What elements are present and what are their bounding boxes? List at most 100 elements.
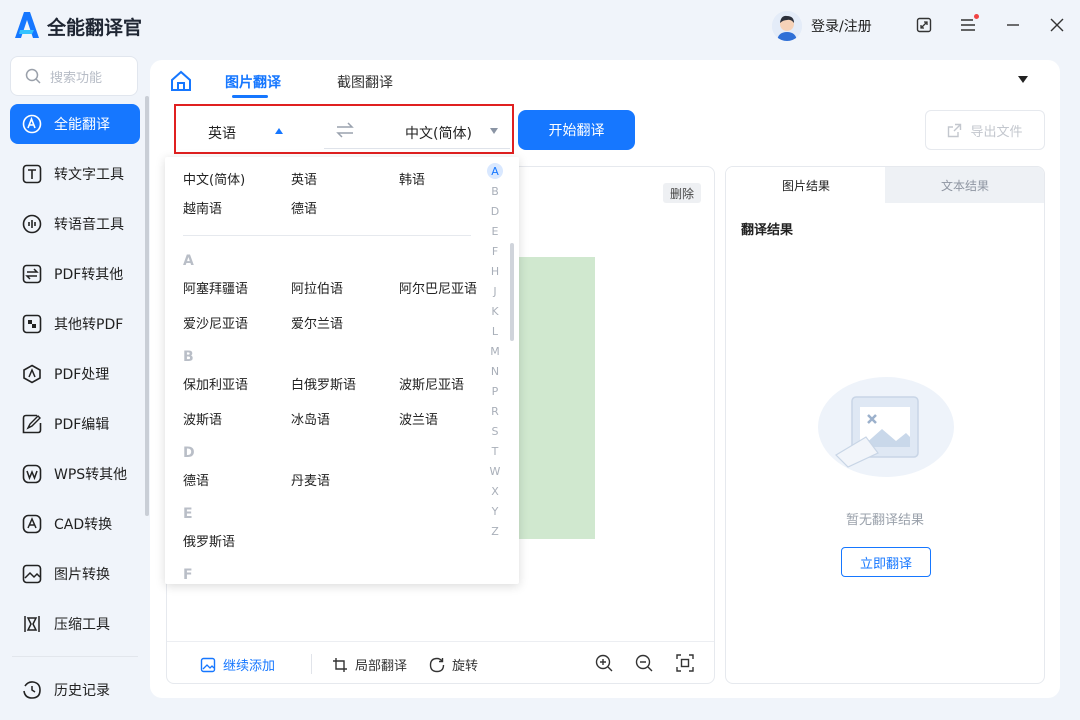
- sidebar-item-other-to-pdf[interactable]: 其他转PDF: [10, 304, 140, 344]
- language-option[interactable]: 保加利亚语: [183, 374, 248, 393]
- language-option[interactable]: 阿尔巴尼亚语: [399, 278, 477, 297]
- alphabet-index[interactable]: K: [487, 303, 503, 319]
- minimize-icon: [1007, 24, 1019, 26]
- source-language[interactable]: 英语: [208, 123, 236, 143]
- menu-button[interactable]: [957, 14, 979, 36]
- alphabet-index[interactable]: W: [487, 463, 503, 479]
- language-option[interactable]: 俄罗斯语: [183, 531, 235, 550]
- zoom-out-icon[interactable]: [635, 654, 653, 672]
- active-tab-indicator: [232, 95, 268, 98]
- export-file-button[interactable]: 导出文件: [925, 110, 1045, 150]
- language-option[interactable]: 越南语: [183, 198, 222, 217]
- tab-screenshot-translate[interactable]: 截图翻译: [337, 72, 393, 92]
- language-option[interactable]: 波兰语: [399, 409, 438, 428]
- sidebar-item-to-speech[interactable]: 转语音工具: [10, 204, 140, 244]
- pdf-convert-icon: [22, 264, 42, 284]
- minimize-button[interactable]: [1002, 14, 1024, 36]
- alphabet-index-a[interactable]: A: [487, 163, 503, 179]
- fit-screen-icon[interactable]: [676, 654, 694, 672]
- language-option[interactable]: 中文(简体): [183, 169, 245, 188]
- alphabet-index[interactable]: P: [487, 383, 503, 399]
- language-selector: 英语 中文(简体): [174, 104, 514, 154]
- rotate-button[interactable]: 旋转: [429, 655, 478, 674]
- sidebar-item-label: 其他转PDF: [54, 317, 124, 333]
- tab-text-result[interactable]: 文本结果: [885, 167, 1044, 203]
- triangle-up-icon[interactable]: [275, 128, 283, 134]
- language-option[interactable]: 韩语: [399, 169, 425, 188]
- sidebar-scrollbar[interactable]: [145, 96, 149, 516]
- partial-translate-button[interactable]: 局部翻译: [332, 655, 407, 674]
- notification-dot: [974, 14, 979, 19]
- home-icon[interactable]: [170, 70, 192, 92]
- language-option[interactable]: 阿塞拜疆语: [183, 278, 248, 297]
- sidebar-item-translate[interactable]: 全能翻译: [10, 104, 140, 144]
- start-translate-button[interactable]: 开始翻译: [518, 110, 635, 150]
- alphabet-index[interactable]: E: [487, 223, 503, 239]
- alphabet-index[interactable]: H: [487, 263, 503, 279]
- rotate-label: 旋转: [452, 659, 479, 674]
- add-image-icon: [200, 657, 216, 672]
- alphabet-index[interactable]: T: [487, 443, 503, 459]
- language-option[interactable]: 爱沙尼亚语: [183, 313, 248, 332]
- triangle-down-icon[interactable]: [490, 128, 498, 134]
- export-icon: [948, 123, 962, 137]
- language-option[interactable]: 爱尔兰语: [291, 313, 343, 332]
- login-label: 登录/注册: [811, 19, 872, 35]
- language-option[interactable]: 英语: [291, 169, 317, 188]
- sidebar-item-pdf-process[interactable]: PDF处理: [10, 354, 140, 394]
- alphabet-index[interactable]: S: [487, 423, 503, 439]
- sidebar-item-pdf-to-other[interactable]: PDF转其他: [10, 254, 140, 294]
- compress-icon: [22, 614, 42, 634]
- tab-image-result[interactable]: 图片结果: [726, 167, 886, 203]
- sidebar-item-history[interactable]: 历史记录: [10, 670, 140, 710]
- language-option[interactable]: 丹麦语: [291, 470, 330, 489]
- language-option[interactable]: 冰岛语: [291, 409, 330, 428]
- section-letter: A: [183, 253, 194, 269]
- language-option[interactable]: 德语: [183, 470, 209, 489]
- image-icon: [22, 564, 42, 584]
- sidebar-item-cad[interactable]: CAD转换: [10, 504, 140, 544]
- alphabet-index[interactable]: Y: [487, 503, 503, 519]
- alphabet-index[interactable]: B: [487, 183, 503, 199]
- caret-down-icon[interactable]: [1018, 76, 1028, 83]
- menu-icon: [961, 19, 975, 31]
- sidebar-item-wps-to-other[interactable]: WPS转其他: [10, 454, 140, 494]
- translate-now-button[interactable]: 立即翻译: [841, 547, 931, 577]
- text-icon: [22, 164, 42, 184]
- mini-mode-button[interactable]: [913, 14, 935, 36]
- rotate-icon: [429, 657, 445, 672]
- sidebar-item-image-convert[interactable]: 图片转换: [10, 554, 140, 594]
- search-icon: [25, 68, 41, 84]
- language-option[interactable]: 德语: [291, 198, 317, 217]
- search-box[interactable]: 搜索功能: [10, 56, 138, 96]
- alphabet-index[interactable]: J: [487, 283, 503, 299]
- tab-image-translate[interactable]: 图片翻译: [225, 72, 281, 92]
- alphabet-index[interactable]: R: [487, 403, 503, 419]
- zoom-in-icon[interactable]: [595, 654, 613, 672]
- language-option[interactable]: 白俄罗斯语: [291, 374, 356, 393]
- alphabet-index[interactable]: X: [487, 483, 503, 499]
- sidebar-item-pdf-edit[interactable]: PDF编辑: [10, 404, 140, 444]
- sidebar-item-to-text[interactable]: 转文字工具: [10, 154, 140, 194]
- delete-button[interactable]: 删除: [663, 183, 701, 203]
- language-option[interactable]: 波斯语: [183, 409, 222, 428]
- alphabet-index[interactable]: N: [487, 363, 503, 379]
- target-underline: [324, 148, 510, 149]
- dropdown-scrollbar[interactable]: [510, 243, 514, 341]
- language-option[interactable]: 阿拉伯语: [291, 278, 343, 297]
- alphabet-index[interactable]: M: [487, 343, 503, 359]
- pdf-edit-icon: [22, 414, 42, 434]
- sidebar-item-compress[interactable]: 压缩工具: [10, 604, 140, 644]
- alphabet-index[interactable]: L: [487, 323, 503, 339]
- alphabet-index[interactable]: Z: [487, 523, 503, 539]
- target-language[interactable]: 中文(简体): [405, 123, 472, 143]
- alphabet-index[interactable]: D: [487, 203, 503, 219]
- close-button[interactable]: [1046, 14, 1068, 36]
- add-more-label: 继续添加: [223, 659, 276, 674]
- app-logo-icon: [15, 12, 39, 38]
- login-button[interactable]: 登录/注册: [772, 10, 872, 42]
- add-more-button[interactable]: 继续添加: [200, 655, 275, 674]
- alphabet-index[interactable]: F: [487, 243, 503, 259]
- language-option[interactable]: 波斯尼亚语: [399, 374, 464, 393]
- swap-icon[interactable]: [336, 122, 354, 138]
